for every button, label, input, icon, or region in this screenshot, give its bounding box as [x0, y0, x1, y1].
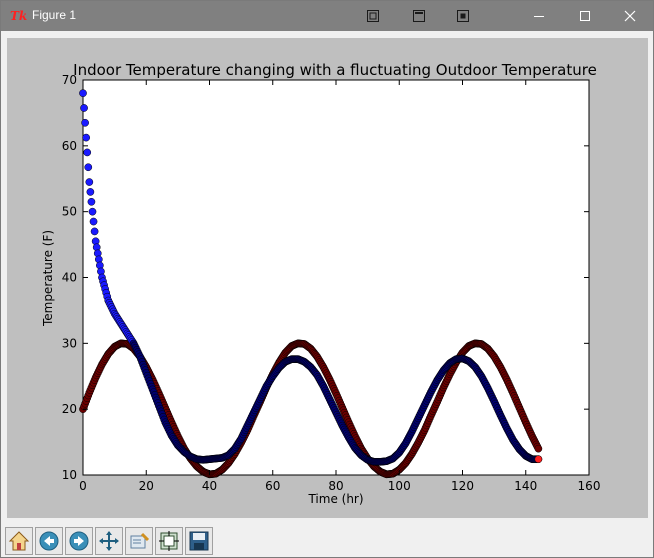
back-button[interactable]	[35, 527, 63, 555]
indoor-temp-point	[85, 178, 94, 186]
y-tick-label: 60	[62, 139, 77, 153]
x-tick-label: 0	[79, 479, 87, 493]
save-button[interactable]	[185, 527, 213, 555]
x-tick-label: 140	[514, 479, 537, 493]
forward-button[interactable]	[65, 527, 93, 555]
x-tick-label: 160	[578, 479, 601, 493]
chart: Indoor Temperature changing with a fluct…	[41, 61, 601, 506]
pan-icon	[99, 531, 119, 551]
y-tick-label: 50	[62, 205, 77, 219]
x-tick-label: 80	[328, 479, 343, 493]
y-axis-label: Temperature (F)	[41, 230, 55, 327]
indoor-temp-point	[80, 104, 88, 112]
back-icon	[39, 531, 59, 551]
y-tick-label: 70	[62, 73, 77, 87]
figure-canvas: Indoor Temperature changing with a fluct…	[7, 38, 648, 518]
tile-icon-2[interactable]	[397, 1, 441, 31]
indoor-temp-point	[88, 207, 97, 216]
outdoor-temp-point	[534, 444, 543, 453]
forward-icon	[69, 531, 89, 551]
window-title: Figure 1	[32, 8, 77, 22]
indoor-temp-point	[81, 118, 89, 127]
indoor-temp-point	[84, 163, 93, 172]
y-tick-label: 40	[62, 271, 77, 285]
navigation-toolbar	[1, 522, 653, 557]
tile-icon-1[interactable]	[351, 1, 395, 31]
maximize-icon[interactable]	[563, 1, 607, 31]
indoor-temp-point	[82, 133, 91, 142]
indoor-temp-point	[90, 227, 99, 236]
x-tick-label: 120	[451, 479, 474, 493]
indoor-temp-point	[87, 197, 96, 206]
close-icon[interactable]	[608, 1, 652, 31]
configure-subplots-icon	[159, 531, 179, 551]
pan-button[interactable]	[95, 527, 123, 555]
zoom-button[interactable]	[125, 527, 153, 555]
indoor-temp-point	[89, 217, 98, 226]
y-tick-label: 30	[62, 336, 77, 350]
figure-window: Tk Figure 1 Indoor Temperature changing …	[0, 0, 654, 558]
home-button[interactable]	[5, 527, 33, 555]
minimize-icon[interactable]	[517, 1, 561, 31]
chart-title: Indoor Temperature changing with a fluct…	[73, 61, 597, 79]
tk-app-icon: Tk	[10, 9, 28, 23]
zoom-icon	[130, 532, 150, 549]
home-icon	[8, 531, 30, 551]
final-point	[534, 455, 543, 464]
x-tick-label: 40	[202, 479, 217, 493]
indoor-temp-point	[83, 148, 92, 157]
save-icon	[189, 531, 209, 551]
y-tick-label: 10	[62, 468, 77, 482]
x-axis-label: Time (hr)	[307, 492, 363, 506]
indoor-temp-point	[79, 89, 87, 98]
tile-icon-3[interactable]	[441, 1, 485, 31]
indoor-temp-point	[86, 188, 95, 196]
configure-subplots-button[interactable]	[155, 527, 183, 555]
x-tick-label: 60	[265, 479, 280, 493]
y-tick-label: 20	[62, 402, 77, 416]
x-tick-label: 20	[139, 479, 154, 493]
x-tick-label: 100	[388, 479, 411, 493]
title-bar[interactable]: Tk Figure 1	[1, 1, 653, 31]
